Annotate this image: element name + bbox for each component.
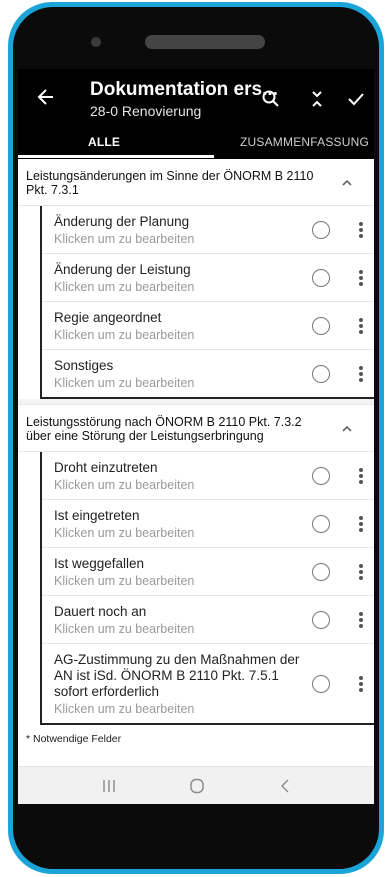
tab-indicator: [18, 155, 214, 158]
more-vert-icon[interactable]: [358, 365, 364, 382]
speaker: [145, 35, 265, 49]
item-hint: Klicken um zu bearbeiten: [54, 328, 195, 342]
item-hint: Klicken um zu bearbeiten: [54, 574, 195, 588]
radio-button[interactable]: [312, 562, 330, 581]
tab-bar: ALLE ZUSAMMENFASSUNG: [18, 131, 374, 159]
camera: [91, 37, 101, 47]
list-item[interactable]: AG-Zustimmung zu den Maßnahmen der AN is…: [42, 644, 374, 725]
item-hint: Klicken um zu bearbeiten: [54, 376, 195, 390]
radio-button[interactable]: [312, 316, 330, 335]
recent-apps-icon[interactable]: [100, 778, 118, 794]
app-bar: Dokumentation ers... 28-0 Renovierung AL…: [18, 69, 374, 159]
section-items: Droht einzutreten Klicken um zu bearbeit…: [40, 452, 374, 725]
section-header-leistungsaenderungen[interactable]: Leistungsänderungen im Sinne der ÖNORM B…: [18, 159, 374, 206]
list-item[interactable]: Dauert noch an Klicken um zu bearbeiten: [42, 596, 374, 644]
item-label: Dauert noch an: [54, 604, 147, 619]
more-vert-icon[interactable]: [358, 675, 364, 692]
item-hint: Klicken um zu bearbeiten: [54, 232, 195, 246]
item-label: Ist weggefallen: [54, 556, 145, 571]
radio-button[interactable]: [312, 610, 330, 629]
more-vert-icon[interactable]: [358, 515, 364, 532]
device-body: Dokumentation ers... 28-0 Renovierung AL…: [13, 7, 379, 869]
more-vert-icon[interactable]: [358, 221, 364, 238]
form-content: Leistungsänderungen im Sinne der ÖNORM B…: [18, 159, 374, 769]
item-label: Ist eingetreten: [54, 508, 140, 523]
section-title: Leistungsänderungen im Sinne der ÖNORM B…: [26, 169, 314, 197]
list-item[interactable]: Ist eingetreten Klicken um zu bearbeiten: [42, 500, 374, 548]
tab-alle[interactable]: ALLE: [88, 135, 120, 149]
page-subtitle: 28-0 Renovierung: [90, 103, 202, 119]
radio-button[interactable]: [312, 674, 330, 693]
more-vert-icon[interactable]: [358, 467, 364, 484]
radio-button[interactable]: [312, 466, 330, 485]
item-label: Droht einzutreten: [54, 460, 158, 475]
required-fields-note: * Notwendige Felder: [26, 733, 122, 745]
section-items: Änderung der Planung Klicken um zu bearb…: [40, 206, 374, 399]
radio-button[interactable]: [312, 268, 330, 287]
chevron-up-icon[interactable]: [342, 425, 352, 433]
item-hint: Klicken um zu bearbeiten: [54, 280, 195, 294]
more-vert-icon[interactable]: [358, 611, 364, 628]
list-item[interactable]: Sonstiges Klicken um zu bearbeiten: [42, 350, 374, 399]
chevron-up-icon[interactable]: [342, 179, 352, 187]
item-label: Sonstiges: [54, 358, 114, 373]
item-label: Regie angeordnet: [54, 310, 162, 325]
item-label: AG-Zustimmung zu den Maßnahmen der AN is…: [54, 652, 300, 699]
list-item[interactable]: Droht einzutreten Klicken um zu bearbeit…: [42, 452, 374, 500]
item-hint: Klicken um zu bearbeiten: [54, 622, 195, 636]
list-item[interactable]: Regie angeordnet Klicken um zu bearbeite…: [42, 302, 374, 350]
system-nav-bar: [18, 766, 374, 804]
search-icon[interactable]: [261, 89, 281, 109]
list-item[interactable]: Änderung der Leistung Klicken um zu bear…: [42, 254, 374, 302]
collapse-icon[interactable]: [307, 89, 327, 109]
phone-frame: Dokumentation ers... 28-0 Renovierung AL…: [8, 2, 384, 874]
back-nav-icon[interactable]: [276, 778, 294, 794]
check-icon[interactable]: [346, 89, 366, 109]
tab-zusammenfassung[interactable]: ZUSAMMENFASSUNG: [240, 135, 369, 149]
item-hint: Klicken um zu bearbeiten: [54, 702, 195, 716]
home-icon[interactable]: [188, 778, 206, 794]
item-hint: Klicken um zu bearbeiten: [54, 526, 195, 540]
back-arrow-icon[interactable]: [36, 87, 56, 107]
more-vert-icon[interactable]: [358, 563, 364, 580]
radio-button[interactable]: [312, 514, 330, 533]
page-title: Dokumentation ers...: [90, 79, 278, 100]
list-item[interactable]: Ist weggefallen Klicken um zu bearbeiten: [42, 548, 374, 596]
item-label: Änderung der Planung: [54, 214, 190, 229]
item-label: Änderung der Leistung: [54, 262, 191, 277]
radio-button[interactable]: [312, 220, 330, 239]
screen: Dokumentation ers... 28-0 Renovierung AL…: [18, 69, 374, 804]
list-item[interactable]: Änderung der Planung Klicken um zu bearb…: [42, 206, 374, 254]
item-hint: Klicken um zu bearbeiten: [54, 478, 195, 492]
radio-button[interactable]: [312, 364, 330, 383]
more-vert-icon[interactable]: [358, 269, 364, 286]
section-title: Leistungsstörung nach ÖNORM B 2110 Pkt. …: [26, 415, 302, 443]
more-vert-icon[interactable]: [358, 317, 364, 334]
section-header-leistungsstoerung[interactable]: Leistungsstörung nach ÖNORM B 2110 Pkt. …: [18, 405, 374, 452]
